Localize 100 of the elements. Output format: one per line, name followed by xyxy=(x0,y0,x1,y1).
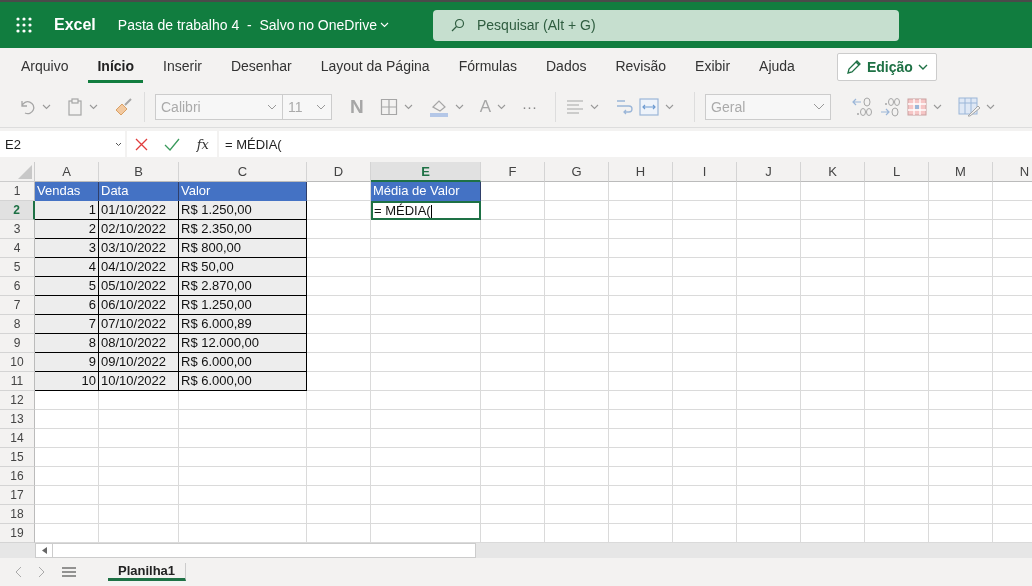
row-header[interactable]: 13 xyxy=(0,410,35,429)
table-cell: Data xyxy=(99,182,179,201)
ribbon-tab[interactable]: Exibir xyxy=(686,51,740,83)
sheet-tab[interactable]: Planilha1 xyxy=(108,563,187,581)
ribbon-tab[interactable]: Desenhar xyxy=(221,51,301,83)
editing-mode-button[interactable]: Edição xyxy=(836,53,937,81)
undo-icon[interactable] xyxy=(18,98,36,115)
row-header[interactable]: 19 xyxy=(0,524,35,543)
ribbon-tab[interactable]: Layout da Página xyxy=(311,51,439,83)
merge-cells-icon[interactable] xyxy=(639,97,660,116)
clipboard-icon[interactable] xyxy=(67,97,83,116)
column-header[interactable]: L xyxy=(865,162,929,182)
column-header[interactable]: M xyxy=(929,162,993,182)
menu-icon[interactable] xyxy=(62,567,76,577)
table-cell: 07/10/2022 xyxy=(99,315,179,334)
column-header[interactable]: F xyxy=(481,162,545,182)
row-header[interactable]: 5 xyxy=(0,258,35,277)
increase-decimal-icon[interactable] xyxy=(851,96,874,117)
conditional-format-icon[interactable] xyxy=(907,97,928,116)
column-header[interactable]: H xyxy=(609,162,673,182)
table-cell: 5 xyxy=(35,277,99,296)
row-header[interactable]: 3 xyxy=(0,220,35,239)
caret-icon[interactable] xyxy=(590,103,600,110)
search-field[interactable]: Pesquisar (Alt + G) xyxy=(474,16,899,34)
table-cell: R$ 6.000,00 xyxy=(179,372,307,391)
row-header[interactable]: 7 xyxy=(0,296,35,315)
table-format-icon[interactable] xyxy=(958,96,981,117)
caret-icon[interactable] xyxy=(89,103,98,110)
chevron-down-icon xyxy=(115,141,122,147)
caret-icon[interactable] xyxy=(42,103,51,110)
caret-icon[interactable] xyxy=(665,103,675,110)
table-cell: R$ 1.250,00 xyxy=(179,296,307,315)
app-launcher-icon[interactable] xyxy=(16,17,32,33)
row-header[interactable]: 2 xyxy=(0,201,35,220)
select-all-icon[interactable] xyxy=(18,165,32,179)
column-header[interactable]: N xyxy=(993,162,1032,182)
column-header[interactable]: A xyxy=(35,162,99,182)
search-bar[interactable]: Pesquisar (Alt + G) xyxy=(432,9,899,41)
table-cell: 10 xyxy=(35,372,99,391)
next-sheet-icon[interactable] xyxy=(38,566,46,578)
ribbon-tab[interactable]: Arquivo xyxy=(12,51,78,83)
column-header[interactable]: J xyxy=(737,162,801,182)
row-header[interactable]: 16 xyxy=(0,467,35,486)
ribbon-tab[interactable]: Ajuda xyxy=(750,51,804,83)
insert-function-button[interactable]: fx xyxy=(196,136,209,152)
table-cell: R$ 2.870,00 xyxy=(179,277,307,296)
column-header[interactable]: E xyxy=(371,162,481,182)
align-icon[interactable] xyxy=(566,98,585,115)
column-header[interactable]: I xyxy=(673,162,737,182)
search-icon xyxy=(450,18,465,32)
table-cell: 8 xyxy=(35,334,99,353)
row-header[interactable]: 14 xyxy=(0,429,35,448)
chevron-down-icon xyxy=(813,103,826,110)
row-header[interactable]: 6 xyxy=(0,277,35,296)
formula-field[interactable]: = MÉDIA( xyxy=(219,131,1032,157)
row-header[interactable]: 17 xyxy=(0,486,35,505)
column-header[interactable]: D xyxy=(307,162,371,182)
borders-icon[interactable] xyxy=(379,97,398,116)
wrap-text-icon[interactable] xyxy=(615,97,634,116)
caret-icon[interactable] xyxy=(497,103,507,110)
caret-icon[interactable] xyxy=(986,103,996,110)
table-cell: Média de Valor xyxy=(371,182,481,201)
document-title[interactable]: Pasta de trabalho 4 - Salvo no OneDrive xyxy=(117,17,389,33)
row-header[interactable]: 4 xyxy=(0,239,35,258)
pencil-icon xyxy=(845,59,862,75)
decrease-decimal-icon[interactable] xyxy=(879,96,902,117)
row-header[interactable]: 12 xyxy=(0,391,35,410)
caret-icon[interactable] xyxy=(403,103,413,110)
table-cell: 09/10/2022 xyxy=(99,353,179,372)
chevron-down-icon xyxy=(917,63,928,71)
column-header[interactable]: B xyxy=(99,162,179,182)
caret-icon[interactable] xyxy=(933,103,943,110)
previous-sheet-icon[interactable] xyxy=(14,566,22,578)
scroll-left-icon[interactable] xyxy=(41,547,47,554)
column-header[interactable]: C xyxy=(179,162,307,182)
ribbon-tab[interactable]: Revisão xyxy=(606,51,676,83)
ribbon-tab[interactable]: Inserir xyxy=(154,51,211,83)
row-header[interactable]: 8 xyxy=(0,315,35,334)
row-header[interactable]: 10 xyxy=(0,353,35,372)
ribbon-tab[interactable]: Dados xyxy=(537,51,596,83)
chevron-down-icon xyxy=(267,103,277,110)
column-header[interactable]: G xyxy=(545,162,609,182)
row-header[interactable]: 9 xyxy=(0,334,35,353)
table-cell: 1 xyxy=(35,201,99,220)
row-header[interactable]: 1 xyxy=(0,182,35,201)
name-box[interactable]: E2 xyxy=(0,131,125,157)
row-header[interactable]: 18 xyxy=(0,505,35,524)
column-header[interactable]: K xyxy=(801,162,865,182)
table-cell: 6 xyxy=(35,296,99,315)
ribbon-tab[interactable]: Início xyxy=(88,51,144,83)
row-header[interactable]: 15 xyxy=(0,448,35,467)
table-cell: 04/10/2022 xyxy=(99,258,179,277)
row-header[interactable]: 11 xyxy=(0,372,35,391)
table-cell: R$ 12.000,00 xyxy=(179,334,307,353)
horizontal-scrollbar[interactable] xyxy=(35,543,476,558)
paintbrush-icon[interactable] xyxy=(114,97,134,116)
ribbon-tab[interactable]: Fórmulas xyxy=(449,51,526,83)
enter-check-icon[interactable] xyxy=(164,137,181,151)
caret-icon[interactable] xyxy=(454,103,464,110)
cancel-icon[interactable] xyxy=(135,137,149,151)
